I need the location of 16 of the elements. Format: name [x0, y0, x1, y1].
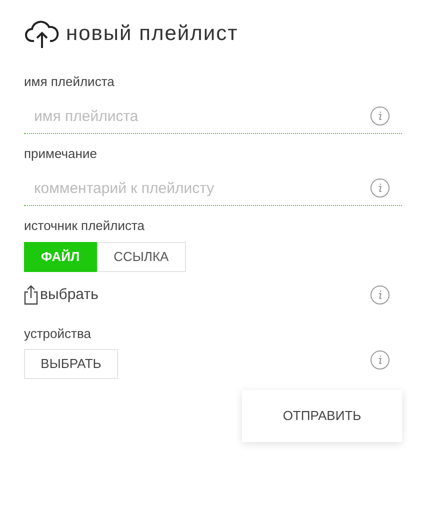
- source-tab[interactable]: ССЫЛКА: [96, 242, 186, 272]
- share-upload-icon: [24, 285, 38, 305]
- input-field[interactable]: имя плейлиста: [24, 99, 402, 134]
- field-label: примечание: [24, 145, 98, 163]
- select-devices-button[interactable]: ВЫБРАТЬ: [24, 349, 118, 379]
- input-field[interactable]: комментарий к плейлисту: [24, 171, 402, 206]
- info-icon[interactable]: [370, 106, 390, 126]
- field-label: источник плейлиста: [24, 217, 146, 235]
- choose-file-button[interactable]: выбрать: [24, 284, 98, 306]
- submit-button[interactable]: ОТПРАВИТЬ: [242, 390, 402, 442]
- info-icon[interactable]: [370, 350, 390, 370]
- info-icon[interactable]: [370, 178, 390, 198]
- info-icon[interactable]: [370, 285, 390, 305]
- page-title: новый плейлист: [66, 21, 238, 48]
- field-label: устройства: [24, 325, 92, 343]
- field-label: имя плейлиста: [24, 73, 116, 91]
